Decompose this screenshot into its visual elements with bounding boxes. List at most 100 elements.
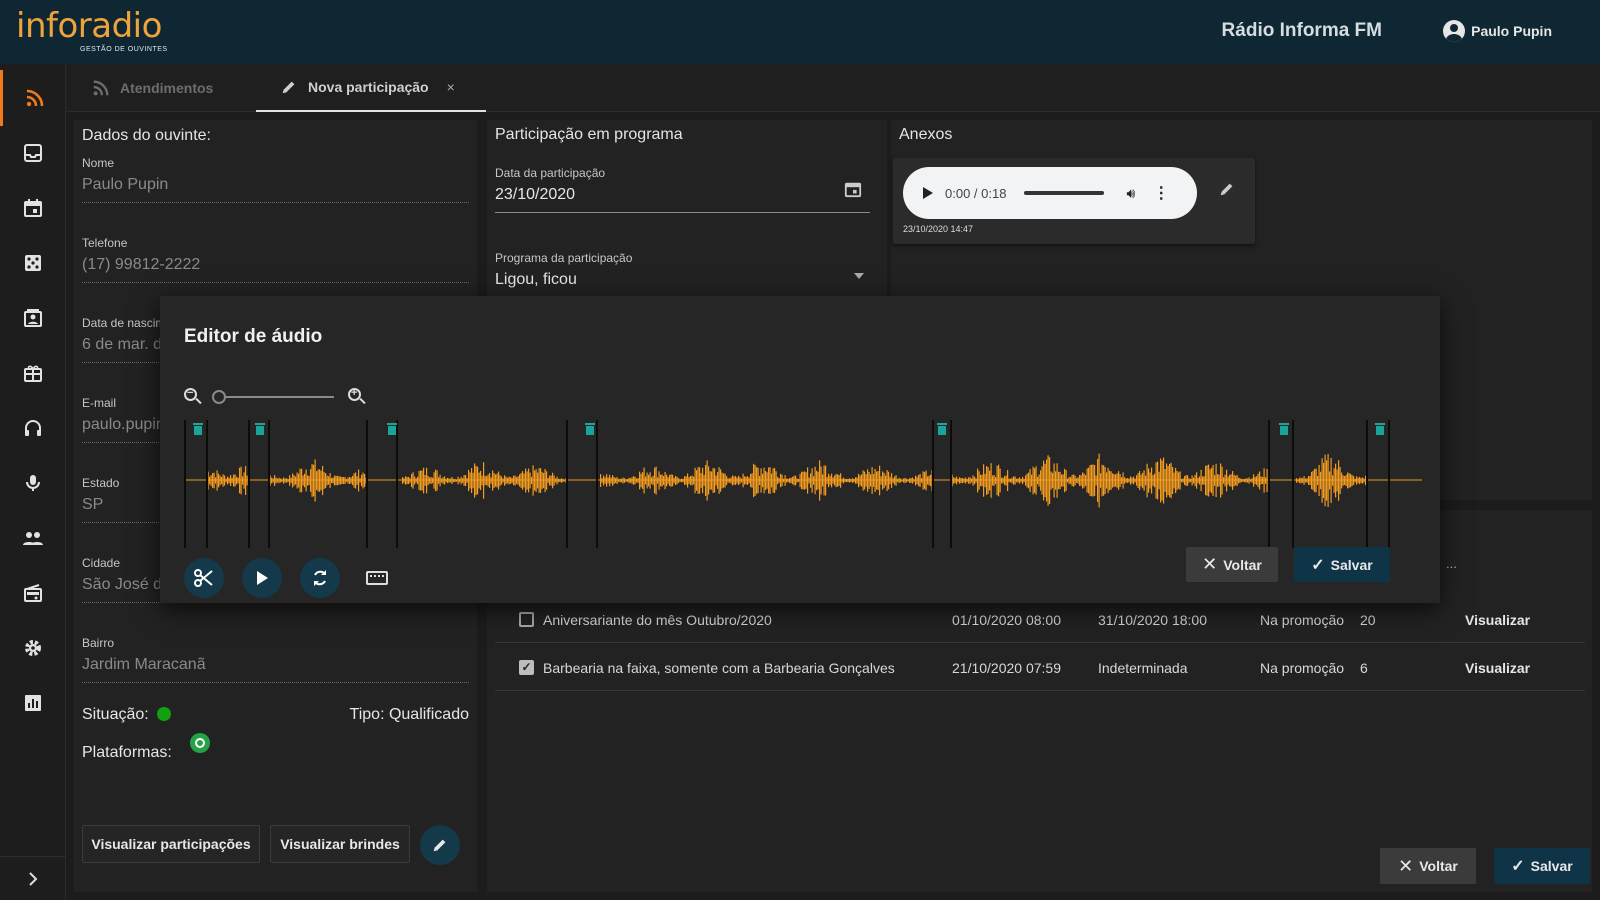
tab-nova-participacao[interactable]: Nova participação × [256, 64, 486, 112]
table-row: Aniversariante do mês Outubro/2020 01/10… [495, 596, 1585, 643]
promotion-status: Na promoção [1260, 660, 1345, 676]
logo-text: inforadio [16, 6, 162, 46]
sidebar-item-listen[interactable] [0, 400, 66, 456]
radio-icon [24, 584, 42, 602]
delete-region-icon[interactable] [255, 423, 265, 435]
tab-close-button[interactable]: × [447, 79, 455, 95]
calendar-icon[interactable] [844, 180, 862, 198]
tab-atendimentos[interactable]: Atendimentos [92, 64, 213, 112]
field-value: Ligou, ficou [495, 271, 870, 298]
view-gifts-button[interactable]: Visualizar brindes [270, 825, 410, 863]
logo-subtitle: GESTÃO DE OUVINTES [80, 46, 168, 53]
player-time: 0:00 / 0:18 [945, 185, 1007, 201]
plataformas-label: Plataformas: [82, 744, 172, 761]
sidebar-item-listeners[interactable] [0, 510, 66, 566]
delete-region-icon[interactable] [585, 423, 595, 435]
program-select[interactable]: Programa da participação Ligou, ficou [495, 251, 870, 298]
rss-icon [93, 80, 109, 96]
close-icon: ✕ [1398, 855, 1414, 876]
participation-panel-title: Participação em programa [495, 126, 683, 143]
delete-region-icon[interactable] [937, 423, 947, 435]
promotion-name: Aniversariante do mês Outubro/2020 [543, 612, 772, 628]
zoom-slider-thumb[interactable] [212, 390, 226, 404]
promotion-start: 01/10/2020 08:00 [952, 612, 1061, 628]
listener-panel-title: Dados do ouvinte: [82, 127, 211, 144]
situacao-label: Situação: [82, 706, 149, 723]
sidebar-expand-button[interactable] [0, 856, 66, 900]
zoom-control: − + [184, 387, 366, 406]
delete-region-icon[interactable] [1375, 423, 1385, 435]
editor-toolbar [184, 558, 388, 598]
user-menu[interactable]: Paulo Pupin [1443, 20, 1552, 42]
gear-icon [25, 640, 41, 656]
sidebar-item-feed[interactable] [0, 70, 66, 126]
play-icon[interactable] [923, 187, 933, 199]
field-label: Bairro [82, 636, 115, 650]
sidebar-item-calendar[interactable] [0, 180, 66, 236]
sidebar-item-inbox[interactable] [0, 125, 66, 181]
reset-button[interactable] [300, 558, 340, 598]
edit-audio-button[interactable] [1218, 180, 1236, 203]
view-promotion-link[interactable]: Visualizar [1465, 660, 1530, 676]
check-icon: ✓ [1511, 858, 1525, 875]
view-promotion-link[interactable]: Visualizar [1465, 612, 1530, 628]
headphones-icon [25, 420, 41, 436]
nome-field[interactable]: Nome Paulo Pupin [82, 156, 469, 203]
editor-back-button[interactable]: ✕ Voltar [1186, 547, 1278, 582]
promotion-checkbox[interactable] [519, 612, 534, 627]
chevron-right-icon [29, 871, 38, 886]
sidebar-item-reports[interactable] [0, 675, 66, 731]
status-dot-icon [157, 707, 172, 721]
user-name: Paulo Pupin [1471, 23, 1552, 39]
promotion-name: Barbearia na faixa, somente com a Barbea… [543, 660, 895, 676]
zoom-in-icon[interactable]: + [348, 387, 366, 406]
sidebar-item-draws[interactable] [0, 235, 66, 291]
top-bar: inforadio GESTÃO DE OUVINTES Rádio Infor… [0, 0, 1600, 64]
promotion-checkbox[interactable]: ✓ [519, 660, 534, 675]
edit-listener-button[interactable] [420, 825, 460, 865]
back-button[interactable]: ✕ Voltar [1380, 848, 1476, 884]
sidebar-item-settings[interactable] [0, 620, 66, 676]
field-label: Data da participação [495, 166, 606, 180]
dropdown-arrow-icon [854, 273, 864, 279]
zoom-out-icon[interactable]: − [184, 387, 202, 406]
logo[interactable]: inforadio GESTÃO DE OUVINTES [16, 6, 167, 53]
situacao-row: Situação: Tipo: Qualificado [82, 706, 469, 724]
zoom-slider[interactable] [212, 390, 334, 404]
keyboard-icon[interactable] [366, 571, 388, 585]
cut-button[interactable] [184, 558, 224, 598]
participation-date-field[interactable]: Data da participação 23/10/2020 [495, 166, 870, 213]
sidebar-item-contacts[interactable] [0, 290, 66, 346]
field-label: Nome [82, 156, 115, 170]
play-button[interactable] [242, 558, 282, 598]
bairro-field[interactable]: Bairro Jardim Maracanã [82, 636, 469, 683]
audio-attachment-card: 0:00 / 0:18 🔊︎ ⋮ 23/10/2020 14:47 [893, 158, 1255, 244]
player-progress[interactable] [1024, 191, 1105, 195]
audio-player[interactable]: 0:00 / 0:18 🔊︎ ⋮ [903, 167, 1197, 219]
microphone-icon [26, 475, 40, 491]
whatsapp-icon [190, 733, 211, 753]
sidebar [0, 64, 66, 900]
sidebar-item-radio[interactable] [0, 565, 66, 621]
telefone-field[interactable]: Telefone (17) 99812-2222 [82, 236, 469, 283]
sidebar-item-recordings[interactable] [0, 455, 66, 511]
delete-region-icon[interactable] [193, 423, 203, 435]
sidebar-item-gifts[interactable] [0, 345, 66, 401]
promotion-count: 6 [1360, 660, 1368, 676]
station-name: Rádio Informa FM [1221, 20, 1382, 41]
save-button[interactable]: ✓ Salvar [1494, 848, 1590, 884]
more-vertical-icon[interactable]: ⋮ [1153, 183, 1169, 203]
field-value: Jardim Maracanã [82, 656, 469, 683]
delete-region-icon[interactable] [1279, 423, 1289, 435]
volume-icon[interactable]: 🔊︎ [1126, 185, 1135, 202]
rss-icon [26, 89, 43, 107]
editor-save-button[interactable]: ✓ Salvar [1294, 547, 1390, 582]
promotion-end: 31/10/2020 18:00 [1098, 612, 1207, 628]
view-participations-button[interactable]: Visualizar participações [82, 825, 260, 863]
delete-region-icon[interactable] [387, 423, 397, 435]
tab-label: Atendimentos [120, 80, 214, 96]
table-row: ✓ Barbearia na faixa, somente com a Barb… [495, 644, 1585, 691]
waveform[interactable] [184, 420, 1422, 548]
audio-editor-dialog: Editor de áudio − + ✕ Voltar ✓ Salvar [160, 296, 1440, 603]
promotion-end: Indeterminada [1098, 660, 1188, 676]
